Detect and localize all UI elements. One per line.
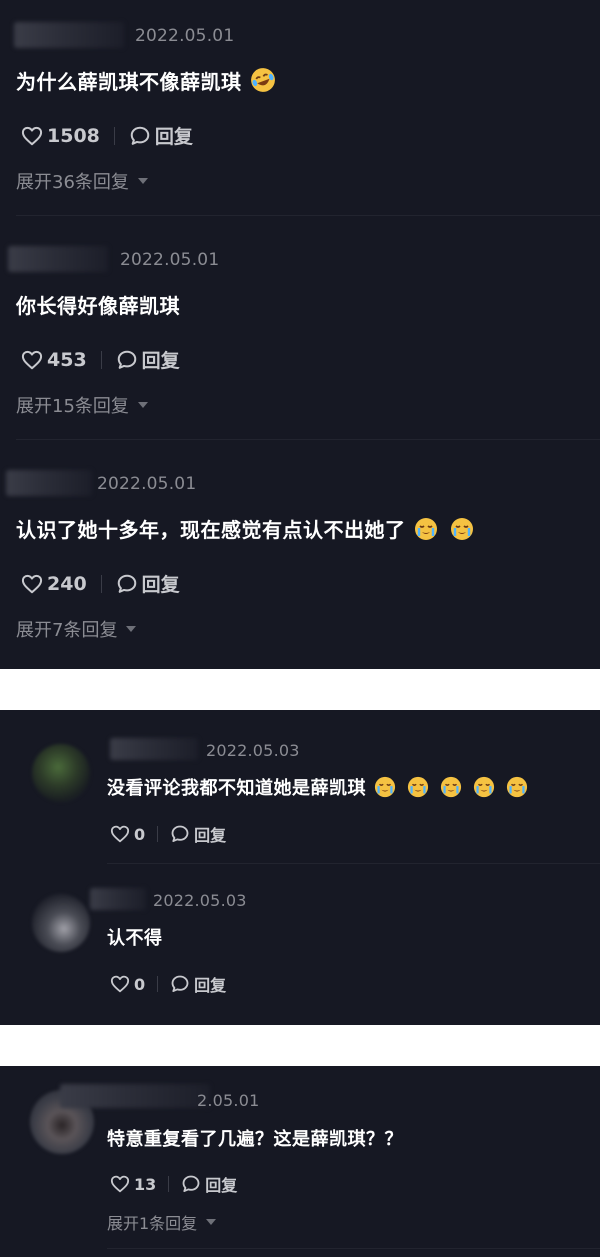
- like-count: 13: [134, 1174, 157, 1194]
- heart-icon: [21, 126, 43, 145]
- action-divider: [100, 350, 102, 369]
- like-count: 453: [47, 348, 87, 371]
- heart-icon: [110, 1175, 130, 1193]
- like-button[interactable]: 453: [21, 349, 87, 371]
- comment-date: 2022.05.01: [135, 26, 235, 46]
- caret-down-icon: [126, 626, 137, 632]
- username-blurred[interactable]: [14, 22, 124, 48]
- comment-bubble-icon: [182, 1175, 200, 1192]
- action-divider: [113, 126, 115, 145]
- reply-text-content: 没看评论我都不知道她是薛凯琪: [107, 778, 366, 799]
- reply-label: 回复: [194, 826, 227, 845]
- reply-label: 回复: [205, 1176, 238, 1195]
- reply-label: 回复: [141, 574, 180, 596]
- reply-button[interactable]: 回复: [116, 570, 180, 597]
- reply-separator: [107, 1248, 600, 1249]
- reply-button[interactable]: 回复: [129, 122, 193, 149]
- comment-text-content: 为什么薛凯琪不像薛凯琪: [16, 70, 242, 94]
- reply-button[interactable]: 回复: [170, 822, 226, 846]
- expand-replies-button[interactable]: 展开1条回复: [107, 1210, 217, 1234]
- avatar[interactable]: [32, 894, 90, 952]
- expand-replies-button[interactable]: 展开15条回复: [16, 392, 148, 418]
- like-count: 1508: [47, 124, 100, 147]
- like-button[interactable]: 13: [110, 1175, 156, 1194]
- action-divider: [157, 826, 159, 842]
- avatar[interactable]: [32, 744, 90, 802]
- username-blurred[interactable]: [60, 1084, 210, 1108]
- reply-label: 回复: [141, 350, 180, 372]
- comment-bubble-icon: [117, 574, 136, 593]
- comment-text: 为什么薛凯琪不像薛凯琪: [16, 66, 276, 95]
- reply-date: 2022.05.03: [153, 891, 247, 910]
- comment-actions: 453 回复: [21, 346, 180, 373]
- reply-button[interactable]: 回复: [170, 972, 226, 996]
- caret-down-icon: [206, 1219, 217, 1225]
- crying-emoji-icon: [473, 776, 495, 798]
- reply-button[interactable]: 回复: [181, 1172, 237, 1196]
- expand-replies-button[interactable]: 展开7条回复: [16, 616, 137, 642]
- crying-emoji-icon: [414, 518, 437, 540]
- action-divider: [157, 976, 159, 992]
- crying-emoji-icon: [374, 776, 396, 798]
- username-blurred[interactable]: [90, 888, 146, 910]
- username-blurred[interactable]: [110, 738, 198, 760]
- comment-date: 2022.05.01: [97, 474, 197, 494]
- comment-text-content: 认识了她十多年，现在感觉有点认不出她了: [16, 518, 406, 542]
- like-button[interactable]: 0: [110, 825, 145, 844]
- username-blurred[interactable]: [6, 470, 92, 496]
- comment-text: 认识了她十多年，现在感觉有点认不出她了: [16, 514, 474, 543]
- comment-panel-top: 2022.05.01 为什么薛凯琪不像薛凯琪 1508 回复 展开36条回复 2…: [0, 0, 600, 669]
- expand-replies-label: 展开15条回复: [16, 396, 129, 417]
- comment-separator: [16, 439, 600, 440]
- action-divider: [168, 1176, 170, 1192]
- like-button[interactable]: 0: [110, 975, 145, 994]
- heart-icon: [21, 574, 43, 593]
- comment-separator: [16, 215, 600, 216]
- comment-bubble-icon: [130, 126, 150, 145]
- heart-icon: [110, 975, 130, 993]
- like-count: 0: [134, 974, 146, 994]
- reply-text: 特意重复看了几遍？这是薛凯琪？？: [107, 1129, 403, 1150]
- reply-separator: [107, 863, 600, 864]
- crying-emoji-icon: [506, 776, 528, 798]
- reply-text: 认不得: [107, 928, 163, 949]
- comment-bubble-icon: [171, 825, 189, 842]
- crying-emoji-icon: [407, 776, 429, 798]
- reply-label: 回复: [194, 976, 227, 995]
- crying-emoji-icon: [450, 518, 473, 540]
- reply-actions: 0 回复: [110, 822, 226, 846]
- comment-bubble-icon: [171, 975, 189, 992]
- expand-replies-label: 展开7条回复: [16, 620, 118, 641]
- caret-down-icon: [137, 402, 148, 408]
- reply-date: 2022.05.03: [206, 741, 300, 760]
- heart-icon: [110, 825, 130, 843]
- laugh-cry-emoji-icon: [250, 68, 275, 92]
- comment-bubble-icon: [117, 350, 136, 369]
- comment-date: 2022.05.01: [120, 250, 220, 270]
- reply-panel-middle: 2022.05.03 没看评论我都不知道她是薛凯琪 0 回复 2022.05.0…: [0, 710, 600, 1025]
- username-blurred[interactable]: [8, 246, 108, 272]
- reply-text: 没看评论我都不知道她是薛凯琪: [107, 774, 528, 800]
- expand-replies-label: 展开36条回复: [16, 172, 129, 193]
- expand-replies-button[interactable]: 展开36条回复: [16, 168, 148, 194]
- reply-actions: 13 回复: [110, 1172, 237, 1196]
- crying-emoji-icon: [440, 776, 462, 798]
- comment-actions: 1508 回复: [21, 122, 193, 149]
- reply-date: 2.05.01: [197, 1091, 260, 1110]
- reply-button[interactable]: 回复: [116, 346, 180, 373]
- expand-replies-label: 展开1条回复: [107, 1214, 198, 1233]
- like-count: 240: [47, 572, 87, 595]
- comment-text: 你长得好像薛凯琪: [16, 294, 180, 318]
- action-divider: [100, 574, 102, 593]
- reply-label: 回复: [154, 126, 193, 148]
- reply-actions: 0 回复: [110, 972, 226, 996]
- like-button[interactable]: 240: [21, 573, 87, 595]
- heart-icon: [21, 350, 43, 369]
- reply-panel-bottom: 2.05.01 特意重复看了几遍？这是薛凯琪？？ 13 回复 展开1条回复: [0, 1066, 600, 1257]
- comment-actions: 240 回复: [21, 570, 180, 597]
- caret-down-icon: [137, 178, 148, 184]
- like-count: 0: [134, 824, 146, 844]
- like-button[interactable]: 1508: [21, 125, 100, 147]
